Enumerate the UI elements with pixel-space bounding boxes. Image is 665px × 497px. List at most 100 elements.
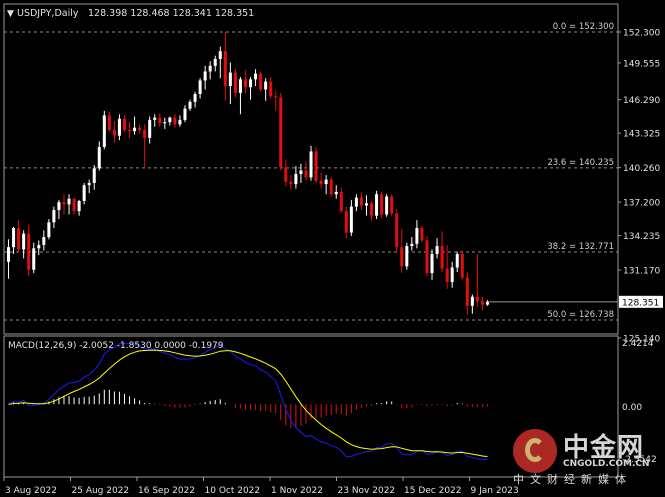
cngold-logo-icon: [513, 429, 557, 473]
macd-label: MACD(12,26,9) -2.0052 -1.8530 0.0000 -0.…: [8, 341, 224, 351]
candle-body: [42, 237, 46, 245]
candle-body: [213, 59, 217, 66]
candle-body: [198, 80, 202, 94]
candle-body: [22, 233, 26, 250]
candle-body: [319, 180, 323, 185]
candle-body: [339, 191, 343, 212]
candle-body: [334, 191, 338, 195]
mt4-chart-window[interactable]: 0.0 = 152.300 23.6 = 140.235 38.2 = 132.77…: [0, 0, 665, 497]
candle-body: [107, 115, 111, 131]
time-tick-label: 1 Nov 2022: [271, 486, 323, 496]
candle-body: [67, 198, 71, 205]
candle-body: [7, 247, 11, 262]
candle-body: [17, 228, 21, 250]
candle-body: [420, 228, 424, 241]
candle-body: [168, 117, 172, 123]
fib-label: 0.0 = 152.300: [553, 22, 614, 32]
price-tick-label: 152.300: [623, 29, 660, 39]
cngold-watermark: 中金网 CNGOLD.COM.CN 中文财经新媒体: [505, 425, 665, 495]
candle-body: [193, 93, 197, 102]
candle-body: [440, 246, 444, 269]
candle-body: [359, 197, 363, 206]
fib-label: 38.2 = 132.771: [547, 242, 614, 252]
candle-body: [12, 228, 16, 248]
candle-body: [470, 296, 474, 306]
candle-body: [233, 72, 237, 93]
price-tick-label: 140.260: [623, 164, 660, 174]
macd-axis-top: 2.4214: [622, 339, 654, 349]
candle-body: [284, 167, 288, 182]
candle-body: [299, 170, 303, 174]
candle-body: [153, 117, 157, 120]
candle-body: [405, 246, 409, 267]
candle-body: [128, 130, 132, 132]
candle-body: [122, 118, 126, 131]
candle-body: [480, 301, 484, 305]
price-tick-label: 143.325: [623, 130, 660, 140]
candle-body: [455, 253, 459, 268]
time-tick-label: 3 Aug 2022: [5, 486, 57, 496]
candle-body: [385, 196, 389, 215]
candle-body: [173, 117, 177, 125]
candle-body: [309, 151, 313, 178]
time-tick-label: 16 Sep 2022: [138, 486, 195, 496]
candle-body: [465, 277, 469, 306]
candle-body: [354, 197, 358, 207]
candle-body: [264, 81, 268, 90]
candle-body: [314, 151, 318, 181]
candle-body: [329, 179, 333, 195]
candle-body: [188, 101, 192, 109]
ohlc-values: 128.398 128.468 128.341 128.351: [88, 8, 254, 19]
candle-body: [163, 122, 167, 124]
candle-body: [47, 222, 51, 238]
price-tick-label: 131.170: [623, 267, 660, 277]
candle-body: [243, 79, 247, 88]
candle-body: [324, 179, 328, 185]
candle-body: [274, 96, 278, 98]
candle-body: [375, 194, 379, 216]
candle-body: [228, 72, 232, 87]
fib-label: 50.0 = 126.738: [547, 310, 614, 320]
candle-body: [435, 246, 439, 254]
candle-body: [259, 73, 263, 90]
candle-body: [97, 146, 101, 169]
candle-body: [425, 240, 429, 274]
symbol-label: USDJPY,Daily: [17, 8, 79, 19]
candle-body: [87, 182, 91, 186]
candle-body: [92, 168, 96, 183]
candle-body: [475, 296, 479, 302]
current-price-label: 128.351: [622, 298, 659, 308]
candle-body: [218, 51, 222, 60]
candle-body: [102, 115, 106, 147]
candle-body: [390, 196, 394, 214]
candle-body: [62, 202, 66, 205]
candle-body: [52, 210, 56, 223]
candle-body: [395, 213, 399, 248]
candle-body: [269, 81, 273, 97]
price-tick-label: 149.555: [623, 59, 660, 69]
time-tick-label: 10 Oct 2022: [205, 486, 261, 496]
candle-body: [254, 73, 258, 80]
time-tick-label: 25 Aug 2022: [72, 486, 130, 496]
candle-body: [400, 247, 404, 267]
candle-body: [364, 203, 368, 206]
candle-body: [208, 65, 212, 72]
candle-body: [37, 244, 41, 249]
candle-body: [430, 253, 434, 274]
fib-label: 23.6 = 140.235: [547, 158, 614, 168]
candle-body: [72, 198, 76, 212]
candle-body: [289, 181, 293, 185]
candle-body: [370, 203, 374, 216]
candle-body: [203, 71, 207, 81]
price-tick-label: 137.200: [623, 199, 660, 209]
candle-body: [445, 268, 449, 283]
candle-body: [82, 185, 86, 201]
candle-body: [112, 130, 116, 136]
dropdown-marker-icon[interactable]: ▼: [7, 9, 14, 19]
candle-body: [223, 51, 227, 87]
candle-body: [249, 79, 253, 88]
candle-body: [32, 248, 36, 270]
candle-body: [238, 79, 242, 93]
candle-body: [349, 206, 353, 233]
candle-body: [279, 97, 283, 168]
